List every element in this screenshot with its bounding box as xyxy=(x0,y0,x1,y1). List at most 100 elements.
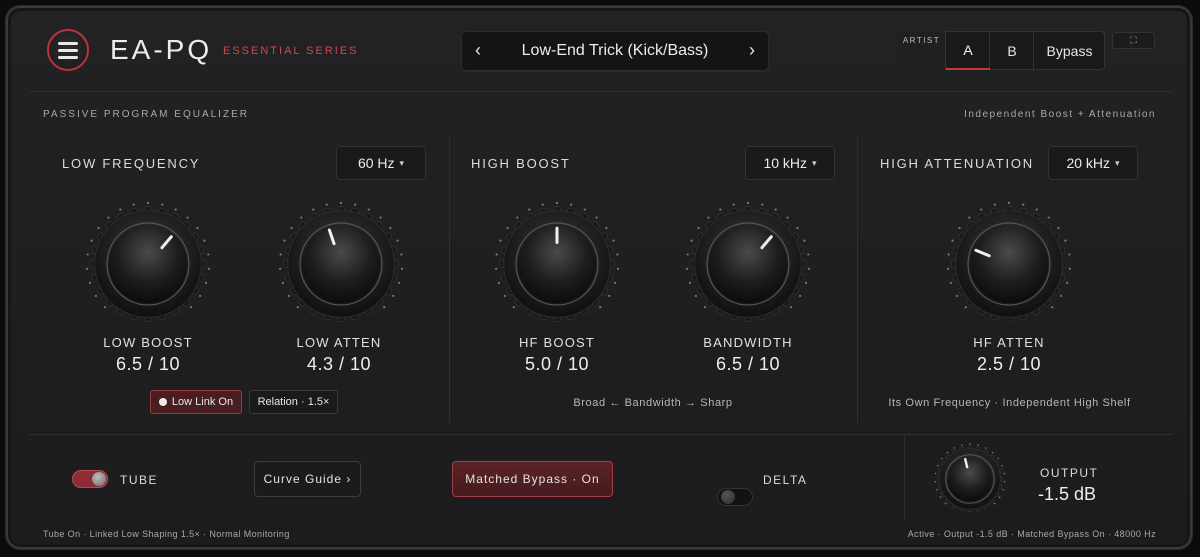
output-knob[interactable] xyxy=(933,442,1007,521)
knob-tick xyxy=(516,216,519,219)
knob-tick xyxy=(97,226,100,230)
knob-tick xyxy=(281,281,284,284)
preset-next-button[interactable]: › xyxy=(749,40,755,61)
bandwidth-value: 6.5 / 10 xyxy=(715,354,781,374)
knob-graphic xyxy=(494,201,620,322)
knob-tick xyxy=(146,201,150,204)
knob-tick xyxy=(528,208,531,211)
knob-tick xyxy=(190,306,193,309)
knob-tick xyxy=(984,447,987,449)
low-frequency-title: LOW FREQUENCY xyxy=(62,156,201,171)
knob-tick xyxy=(85,267,89,270)
low-atten-knob[interactable] xyxy=(276,199,406,334)
knob-tick xyxy=(367,208,370,211)
knob-tick xyxy=(1051,306,1054,309)
knob-tick xyxy=(685,267,689,270)
knob-tick xyxy=(707,216,710,219)
knob-graphic xyxy=(934,443,1006,512)
high-atten-frequency-value: 20 kHz xyxy=(1066,155,1111,171)
plugin-title: EA-PQ xyxy=(110,34,213,65)
b-button[interactable]: B xyxy=(990,31,1034,70)
high-boost-title: HIGH BOOST xyxy=(471,156,571,171)
knob-tick xyxy=(570,203,573,206)
chevron-down-icon: ▾ xyxy=(399,157,405,168)
knob-tick xyxy=(790,306,793,309)
low-boost-knob[interactable] xyxy=(83,199,213,334)
knob-tick xyxy=(944,502,947,505)
preset-name[interactable]: Low-End Trick (Kick/Bass) xyxy=(461,42,769,60)
knob-tick xyxy=(803,239,806,242)
column-divider xyxy=(449,137,450,423)
hamburger-menu-icon[interactable] xyxy=(47,29,89,71)
knob-tick xyxy=(1068,253,1071,256)
knob-cap xyxy=(947,456,993,502)
chevron-down-icon: ▾ xyxy=(1115,157,1120,168)
knob-tick xyxy=(1057,226,1060,230)
knob-tick xyxy=(703,306,706,309)
knob-tick xyxy=(697,226,700,230)
hf-atten-knob[interactable] xyxy=(944,199,1074,334)
delta-toggle[interactable] xyxy=(717,488,753,506)
knob-tick xyxy=(607,294,611,298)
high-boost-frequency-select[interactable]: 10 kHz ▾ xyxy=(745,146,835,180)
knob-tick xyxy=(555,201,559,204)
chevron-down-icon: ▾ xyxy=(812,157,817,168)
knob-tick xyxy=(796,226,799,230)
a-button[interactable]: A xyxy=(946,31,990,70)
expand-icon[interactable]: ⛶ xyxy=(1112,32,1155,49)
low-frequency-select[interactable]: 60 Hz ▾ xyxy=(336,146,426,180)
bandwidth-note: Broad ← Bandwidth → Sharp xyxy=(573,397,733,409)
knob-tick xyxy=(383,306,386,309)
toggle-knob xyxy=(92,472,106,486)
tube-label: TUBE xyxy=(120,473,159,487)
column-divider xyxy=(857,137,858,423)
knob-tick xyxy=(506,226,509,230)
knob-tick xyxy=(616,267,620,270)
knob-tick xyxy=(694,294,698,298)
low-link-toggle[interactable]: Low Link On xyxy=(150,390,242,414)
knob-tick xyxy=(605,226,608,230)
low-atten-label: LOW ATTEN xyxy=(296,335,382,350)
knob-tick xyxy=(583,208,586,211)
knob-tick xyxy=(997,457,999,460)
status-left: Tube On · Linked Low Shaping 1.5× · Norm… xyxy=(43,529,290,539)
knob-tick xyxy=(595,216,598,219)
bypass-button[interactable]: Bypass xyxy=(1034,31,1105,70)
tube-toggle[interactable] xyxy=(72,470,108,488)
curve-guide-button[interactable]: Curve Guide › xyxy=(254,461,361,497)
knob-tick xyxy=(196,226,199,230)
matched-bypass-button[interactable]: Matched Bypass · On xyxy=(452,461,613,497)
preset-selector[interactable]: ‹ Low-End Trick (Kick/Bass) › xyxy=(461,31,769,71)
knob-tick xyxy=(690,239,693,242)
toggle-knob xyxy=(721,490,735,504)
knob-tick xyxy=(951,239,954,242)
knob-tick xyxy=(494,267,498,270)
knob-cap xyxy=(109,225,187,303)
knob-tick xyxy=(503,294,507,298)
knob-tick xyxy=(495,253,498,256)
knob-tick xyxy=(732,203,735,206)
knob-graphic xyxy=(85,201,211,322)
bandwidth-knob[interactable] xyxy=(683,199,813,334)
knob-tick xyxy=(339,201,343,204)
knob-tick xyxy=(993,203,996,206)
series-label: ESSENTIAL SERIES xyxy=(223,45,359,57)
knob-tick xyxy=(400,253,403,256)
knob-tick xyxy=(1022,203,1025,206)
high-atten-frequency-select[interactable]: 20 kHz ▾ xyxy=(1048,146,1138,180)
knob-tick xyxy=(786,216,789,219)
hf-atten-value: 2.5 / 10 xyxy=(976,354,1042,374)
low-boost-value: 6.5 / 10 xyxy=(115,354,181,374)
artist-button[interactable]: ARTIST xyxy=(897,31,946,70)
hf-boost-knob[interactable] xyxy=(492,199,622,334)
knob-tick xyxy=(103,306,106,309)
knob-tick xyxy=(354,203,357,206)
knob-tick xyxy=(614,281,617,284)
knob-tick xyxy=(719,208,722,211)
hf-boost-value: 5.0 / 10 xyxy=(524,354,590,374)
knob-tick xyxy=(398,281,401,284)
knob-tick xyxy=(512,306,515,309)
knob-tick xyxy=(287,294,291,298)
knob-tick xyxy=(961,444,963,446)
relation-button[interactable]: Relation · 1.5× xyxy=(249,390,338,414)
